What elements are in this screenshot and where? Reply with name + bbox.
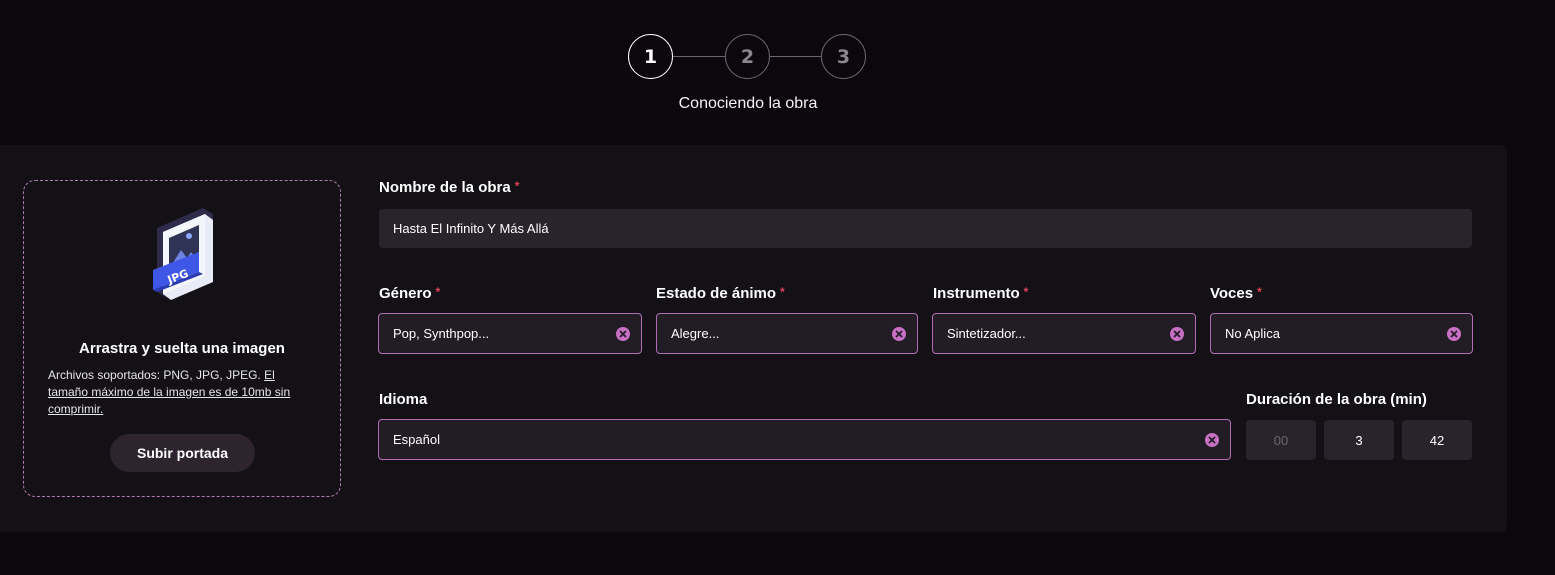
required-marker: * xyxy=(435,285,441,299)
language-select[interactable]: Español xyxy=(378,419,1231,460)
dropzone-title: Arrastra y suelta una imagen xyxy=(79,340,285,357)
instrument-label: Instrumento * xyxy=(933,285,1029,302)
required-marker: * xyxy=(1023,285,1029,299)
jpg-file-icon: JPG xyxy=(153,208,213,300)
name-label: Nombre de la obra * xyxy=(379,179,520,196)
mood-select[interactable]: Alegre... xyxy=(656,313,918,354)
required-marker: * xyxy=(1257,285,1262,299)
genre-select[interactable]: Pop, Synthpop... xyxy=(378,313,642,354)
image-dropzone[interactable]: JPG Arrastra y suelta una imagen Archivo… xyxy=(23,180,341,497)
clear-icon[interactable] xyxy=(1170,327,1184,341)
required-marker: * xyxy=(780,285,785,299)
step-connector xyxy=(673,56,725,57)
instrument-select[interactable]: Sintetizador... xyxy=(932,313,1196,354)
genre-value: Pop, Synthpop... xyxy=(393,326,490,341)
duration-seconds-input[interactable]: 42 xyxy=(1402,420,1472,460)
clear-icon[interactable] xyxy=(892,327,906,341)
duration-hours-input[interactable]: 00 xyxy=(1246,420,1316,460)
genre-label: Género * xyxy=(379,285,441,302)
stepper: 1 2 3 xyxy=(628,34,868,80)
step-caption: Conociendo la obra xyxy=(678,95,818,112)
name-input[interactable]: Hasta El Infinito Y Más Allá xyxy=(379,209,1472,248)
step-connector xyxy=(770,56,821,57)
step-2[interactable]: 2 xyxy=(725,34,770,79)
clear-icon[interactable] xyxy=(616,327,630,341)
mood-value: Alegre... xyxy=(671,326,720,341)
dropzone-description: Archivos soportados: PNG, JPG, JPEG. El … xyxy=(48,367,318,418)
instrument-value: Sintetizador... xyxy=(947,326,1026,341)
mood-label: Estado de ánimo * xyxy=(656,285,785,302)
duration-label: Duración de la obra (min) xyxy=(1246,391,1427,408)
voices-select[interactable]: No Aplica xyxy=(1210,313,1473,354)
clear-icon[interactable] xyxy=(1205,433,1219,447)
duration-minutes-input[interactable]: 3 xyxy=(1324,420,1394,460)
supported-formats: Archivos soportados: PNG, JPG, JPEG. xyxy=(48,368,261,382)
language-label: Idioma xyxy=(379,391,428,408)
required-marker: * xyxy=(514,179,520,193)
form-card: JPG Arrastra y suelta una imagen Archivo… xyxy=(0,145,1507,532)
upload-cover-button[interactable]: Subir portada xyxy=(110,434,255,472)
voices-label: Voces * xyxy=(1210,285,1262,302)
step-3[interactable]: 3 xyxy=(821,34,866,79)
clear-icon[interactable] xyxy=(1447,327,1461,341)
step-1[interactable]: 1 xyxy=(628,34,673,79)
language-value: Español xyxy=(393,432,440,447)
voices-value: No Aplica xyxy=(1225,326,1280,341)
